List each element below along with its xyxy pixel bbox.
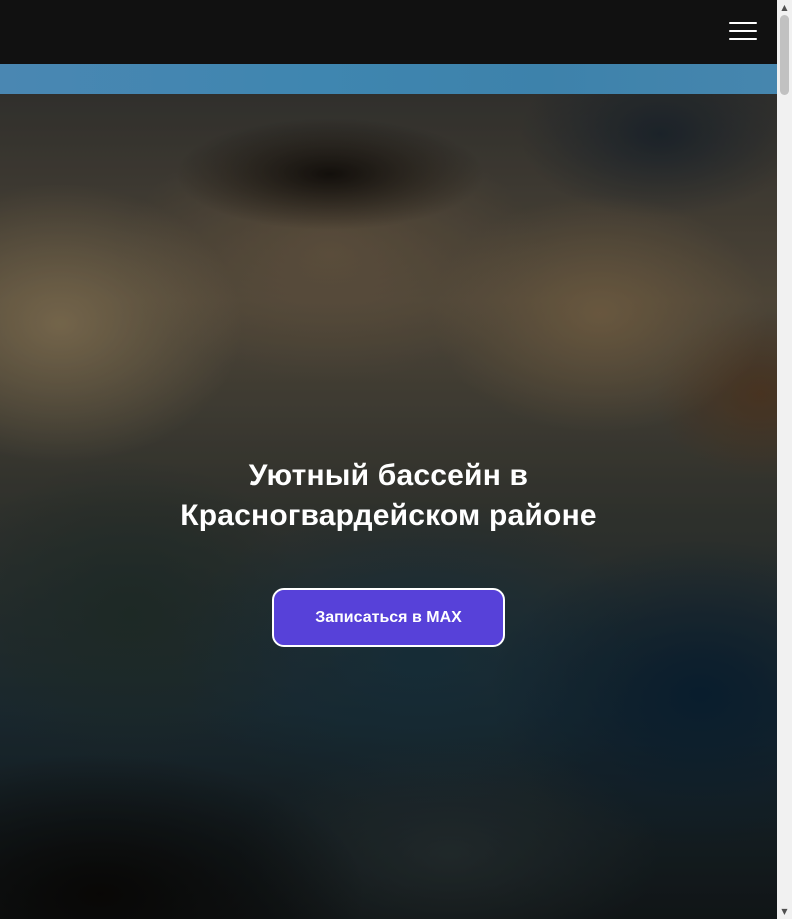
page-scrollbar[interactable]: ▲ ▼ bbox=[777, 0, 792, 919]
hero-title-line-1: Уютный бассейн в bbox=[248, 459, 529, 492]
top-navigation-bar bbox=[0, 0, 777, 64]
announcement-stripe bbox=[0, 64, 777, 94]
hamburger-menu-icon[interactable] bbox=[729, 20, 757, 42]
menu-line bbox=[729, 22, 757, 24]
scrollbar-thumb[interactable] bbox=[780, 15, 789, 95]
menu-line bbox=[729, 38, 757, 40]
scroll-up-arrow-icon[interactable]: ▲ bbox=[777, 0, 792, 15]
page-viewport: Уютный бассейн в Красногвардейском район… bbox=[0, 0, 777, 919]
signup-max-button[interactable]: Записаться в MAX bbox=[272, 588, 505, 647]
hero-section: Уютный бассейн в Красногвардейском район… bbox=[0, 94, 777, 919]
menu-line bbox=[729, 30, 757, 32]
hero-title-line-2: Красногвардейском районе bbox=[180, 499, 597, 532]
hero-title: Уютный бассейн в Красногвардейском район… bbox=[0, 456, 777, 536]
scroll-down-arrow-icon[interactable]: ▼ bbox=[777, 904, 792, 919]
